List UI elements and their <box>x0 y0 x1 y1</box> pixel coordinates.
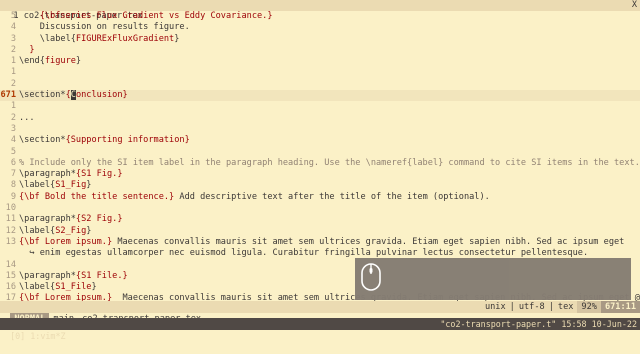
code-text: {\bf Lorem ipsum.} <box>19 293 113 301</box>
code-text: { <box>65 90 71 101</box>
line-number: 1 <box>10 67 16 78</box>
file-encoding: utf-8 <box>518 302 545 312</box>
code-line[interactable]: 12 \label{S2_Fig} <box>0 226 640 237</box>
code-text: \paragraph* <box>19 214 76 225</box>
code-line[interactable]: 1 <box>0 101 640 112</box>
line-number: 13 <box>5 236 16 247</box>
line-number: 11 <box>5 214 16 225</box>
code-text: ↪ enim egestas ullamcorper nec euismod l… <box>19 248 589 259</box>
code-text: } <box>75 56 82 67</box>
code-line[interactable]: 4 Discussion on results figure. <box>0 22 640 33</box>
code-line[interactable]: 11 \paragraph*{S2 Fig.} <box>0 214 640 225</box>
code-text: Maecenas convallis mauris sit amet sem u… <box>112 236 625 247</box>
code-text: S1_Fig <box>55 180 87 191</box>
code-text: \label{ <box>19 225 56 236</box>
code-text: ... <box>19 112 35 123</box>
line-number: 12 <box>5 225 16 236</box>
code-text: FIGURExFluxGradient <box>75 33 175 44</box>
line-number: 4 <box>10 22 16 33</box>
code-text: } <box>86 180 92 191</box>
code-text: } <box>91 282 97 293</box>
code-text: {S1 File.} <box>75 270 128 281</box>
line-number: 8 <box>10 180 16 191</box>
line-number: 5 <box>10 11 16 21</box>
line-number: 1 <box>10 56 16 67</box>
line-number: 3 <box>10 33 16 44</box>
statusline: NORMALmainco2-transport-paper.tex unix|u… <box>0 301 640 325</box>
line-number: 2 <box>10 112 16 123</box>
mouse-overlay <box>355 258 631 300</box>
code-text: S1_File <box>55 282 92 293</box>
line-number: 2 <box>10 44 16 55</box>
code-text: \section* <box>19 135 66 146</box>
code-text: Add descriptive text after the title of … <box>174 191 490 202</box>
code-text: {Supporting information} <box>65 135 190 146</box>
code-text: Discussion on results figure. <box>19 22 190 33</box>
code-text: {S1 Fig.} <box>75 169 123 180</box>
line-number: 10 <box>5 203 16 214</box>
code-line[interactable]: 2 } <box>0 45 640 56</box>
code-text: S2_Fig <box>55 225 87 236</box>
code-text: onclusion <box>75 90 123 101</box>
code-text: } <box>174 33 180 44</box>
code-line[interactable]: 7 \paragraph*{S1 Fig.} <box>0 169 640 180</box>
code-line[interactable]: 8 \label{S1_Fig} <box>0 180 640 191</box>
code-text: } <box>19 44 35 55</box>
code-line[interactable]: 13 {\bf Lorem ipsum.} Maecenas convallis … <box>0 237 640 248</box>
code-text: {S2 Fig.} <box>75 214 123 225</box>
code-text: \paragraph* <box>19 169 76 180</box>
line-number: 17 <box>5 293 16 301</box>
code-line[interactable]: 5 {\bfseries Flux Gradient vs Eddy Covar… <box>0 11 640 22</box>
code-line[interactable]: 1 <box>0 67 640 78</box>
code-text: figure <box>44 56 76 67</box>
code-text: \paragraph* <box>19 270 76 281</box>
close-tab-button[interactable]: X <box>632 0 637 11</box>
statusline-right: unix | utf-8 | tex 92% 671:11 <box>481 301 640 313</box>
code-text: \label{ <box>19 33 76 44</box>
file-format: unix <box>484 302 506 312</box>
code-line[interactable]: 5 <box>0 147 640 158</box>
file-type: tex <box>557 302 574 312</box>
code-line[interactable]: 3 <box>0 124 640 135</box>
line-number: 5 <box>10 146 16 157</box>
code-text: {\bf Bold the title sentence.} <box>19 191 175 202</box>
mouse-icon <box>361 263 381 291</box>
code-line[interactable]: 6% Include only the SI item label in the… <box>0 158 640 169</box>
line-number: 9 <box>10 191 16 202</box>
line-number: 15 <box>5 270 16 281</box>
code-text: } <box>122 90 128 101</box>
code-text: % Include only the SI item label in the … <box>19 157 640 168</box>
code-line[interactable]: 2... <box>0 113 640 124</box>
code-text: \end{ <box>19 56 45 67</box>
tmux-status-right: "co2-transport-paper.t" 15:58 10-Jun-22 <box>440 319 637 329</box>
line-number: 7 <box>10 169 16 180</box>
code-line[interactable]: 4 \section*{Supporting information} <box>0 135 640 146</box>
code-line[interactable]: 10 <box>0 203 640 214</box>
code-text: \label{ <box>19 180 56 191</box>
line-number: 6 <box>10 157 16 168</box>
tmux-window-list[interactable]: [0] 1:vim*Z <box>10 331 65 341</box>
line-number: 4 <box>10 135 16 146</box>
line-number: 1 <box>10 101 16 112</box>
line-number: 14 <box>5 259 16 270</box>
code-text: {\bf Lorem ipsum.} <box>19 236 113 247</box>
code-line[interactable]: 2 <box>0 79 640 90</box>
code-text: {\bfseries Flux Gradient vs Eddy Covaria… <box>39 11 273 21</box>
line-number: 671 <box>0 90 19 102</box>
code-text: \section* <box>19 90 66 101</box>
tabline: 1 co2-transport-paper.tex X <box>0 0 640 22</box>
code-line[interactable]: 1 \end{figure} <box>0 56 640 67</box>
code-text: } <box>86 225 92 236</box>
code-line[interactable]: 9 {\bf Bold the title sentence.} Add desc… <box>0 192 640 203</box>
tmux-status-bar: [0] 1:vim*Z "co2-transport-paper.t" 15:5… <box>0 318 640 341</box>
current-line[interactable]: 671 \section*{Conclusion} <box>0 90 640 102</box>
scroll-percent: 92% <box>577 301 601 313</box>
line-number: 16 <box>5 282 16 293</box>
line-number: 3 <box>10 123 16 134</box>
line-number: 2 <box>10 78 16 89</box>
cursor-position: 671:11 <box>600 301 640 313</box>
code-text: \label{ <box>19 282 56 293</box>
code-line[interactable]: 3 \label{FIGURExFluxGradient} <box>0 34 640 45</box>
